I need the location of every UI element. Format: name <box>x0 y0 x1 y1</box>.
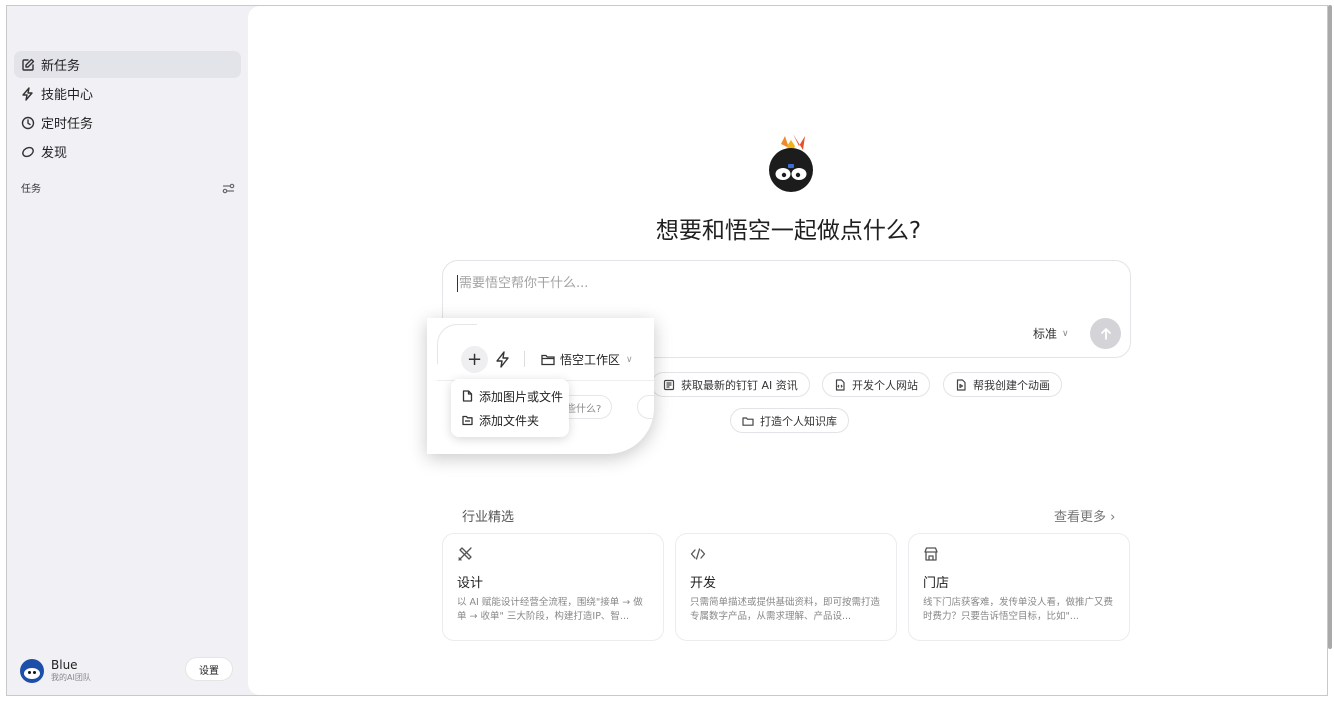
discover-icon <box>22 146 34 157</box>
suggestion-chip-partial-2[interactable] <box>637 395 654 419</box>
sidebar-item-label: 新任务 <box>41 59 81 74</box>
bolt-icon <box>22 86 33 101</box>
suggestion-chip-knowledge[interactable]: 打造个人知识库 <box>730 408 849 433</box>
code-icon <box>690 548 706 560</box>
add-button[interactable]: + <box>461 346 488 373</box>
send-button[interactable] <box>1090 318 1121 349</box>
suggestion-chip-news[interactable]: 获取最新的钉钉 AI 资讯 <box>651 372 810 397</box>
card-title: 门店 <box>923 576 950 591</box>
sidebar-item-new-task[interactable]: 新任务 <box>14 51 241 78</box>
sidebar: 新任务 技能中心 定时任务 发现 任务 Blue 我的AI团队 设置 <box>7 6 248 695</box>
scrollbar[interactable] <box>1328 5 1332 649</box>
suggestion-label: 帮我创建个动画 <box>973 378 1050 392</box>
workspace-label: 悟空工作区 <box>560 353 621 367</box>
wukong-logo <box>763 130 819 192</box>
suggestion-label: 获取最新的钉钉 AI 资讯 <box>681 378 798 392</box>
card-description: 以 AI 赋能设计经营全流程，围绕"接单 → 做单 → 收单" 三大阶段，构建打… <box>457 597 643 622</box>
mode-label: 标准 <box>1033 327 1058 341</box>
sidebar-item-discover[interactable]: 发现 <box>14 138 241 165</box>
menu-item-label: 添加图片或文件 <box>479 389 564 404</box>
news-icon <box>663 379 675 390</box>
suggestion-label: 打造个人知识库 <box>760 414 837 428</box>
animation-file-icon <box>956 378 966 391</box>
industry-card-design[interactable]: 设计 以 AI 赋能设计经营全流程，围绕"接单 → 做单 → 收单" 三大阶段，… <box>442 533 664 641</box>
folder-icon <box>462 415 473 426</box>
avatar <box>20 659 44 683</box>
sidebar-item-label: 技能中心 <box>41 88 94 103</box>
prompt-input[interactable]: 需要悟空帮你干什么... <box>457 275 588 292</box>
sidebar-item-label: 发现 <box>41 146 68 161</box>
workspace-select[interactable]: 悟空工作区 ∨ <box>541 351 633 368</box>
sidebar-item-skills[interactable]: 技能中心 <box>14 80 241 107</box>
card-title: 开发 <box>690 576 717 591</box>
tasks-section-title: 任务 <box>21 184 41 195</box>
suggestion-label: 开发个人网站 <box>852 378 918 392</box>
edit-icon <box>22 58 35 71</box>
suggestion-chip-animation[interactable]: 帮我创建个动画 <box>943 372 1062 397</box>
add-menu-dropdown: 添加图片或文件 添加文件夹 <box>451 379 569 437</box>
sidebar-item-label: 定时任务 <box>41 117 94 132</box>
user-profile[interactable]: Blue 我的AI团队 <box>20 656 91 686</box>
magnified-add-menu-callout: + 悟空工作区 ∨ 做些什么? 添加图片或文件 添加文件夹 <box>427 318 654 454</box>
file-icon <box>462 390 473 402</box>
toolbar-divider <box>524 351 525 367</box>
bolt-icon[interactable] <box>495 351 510 368</box>
settings-button[interactable]: 设置 <box>185 657 233 681</box>
menu-item-add-file[interactable]: 添加图片或文件 <box>451 384 569 408</box>
card-title: 设计 <box>457 576 484 591</box>
mode-select[interactable]: 标准 ∨ <box>1033 325 1069 342</box>
industry-card-store[interactable]: 门店 线下门店获客难，发传单没人看，做推广又费时费力？只要告诉悟空目标，比如".… <box>908 533 1130 641</box>
chevron-down-icon: ∨ <box>1062 328 1069 339</box>
card-description: 只需简单描述或提供基础资料，即可按需打造专属数字产品，从需求理解、产品设... <box>690 597 881 622</box>
suggestion-chip-website[interactable]: 开发个人网站 <box>822 372 930 397</box>
app-window: 新任务 技能中心 定时任务 发现 任务 Blue 我的AI团队 设置 想要和悟空… <box>6 5 1328 696</box>
store-icon <box>924 547 938 561</box>
arrow-up-icon <box>1100 327 1111 340</box>
user-name: Blue <box>51 658 78 672</box>
menu-item-add-folder[interactable]: 添加文件夹 <box>451 408 569 432</box>
card-description: 线下门店获客难，发传单没人看，做推广又费时费力？只要告诉悟空目标，比如"... <box>923 597 1114 622</box>
chevron-down-icon: ∨ <box>626 354 633 365</box>
page-headline: 想要和悟空一起做点什么? <box>655 218 922 244</box>
see-more-link[interactable]: 查看更多 › <box>1054 506 1115 525</box>
industry-section-title: 行业精选 <box>462 510 515 525</box>
folder-icon <box>742 416 754 426</box>
design-icon <box>458 547 472 561</box>
clock-icon <box>21 116 35 129</box>
folder-icon <box>541 354 555 366</box>
user-subtitle: 我的AI团队 <box>51 673 91 682</box>
code-file-icon <box>835 378 845 391</box>
menu-item-label: 添加文件夹 <box>479 413 540 428</box>
industry-card-dev[interactable]: 开发 只需简单描述或提供基础资料，即可按需打造专属数字产品，从需求理解、产品设.… <box>675 533 897 641</box>
sidebar-item-scheduled[interactable]: 定时任务 <box>14 109 241 136</box>
main-panel: 想要和悟空一起做点什么? 需要悟空帮你干什么... 标准 ∨ 获取最新的钉钉 A… <box>248 6 1327 695</box>
filter-icon[interactable] <box>222 180 235 194</box>
